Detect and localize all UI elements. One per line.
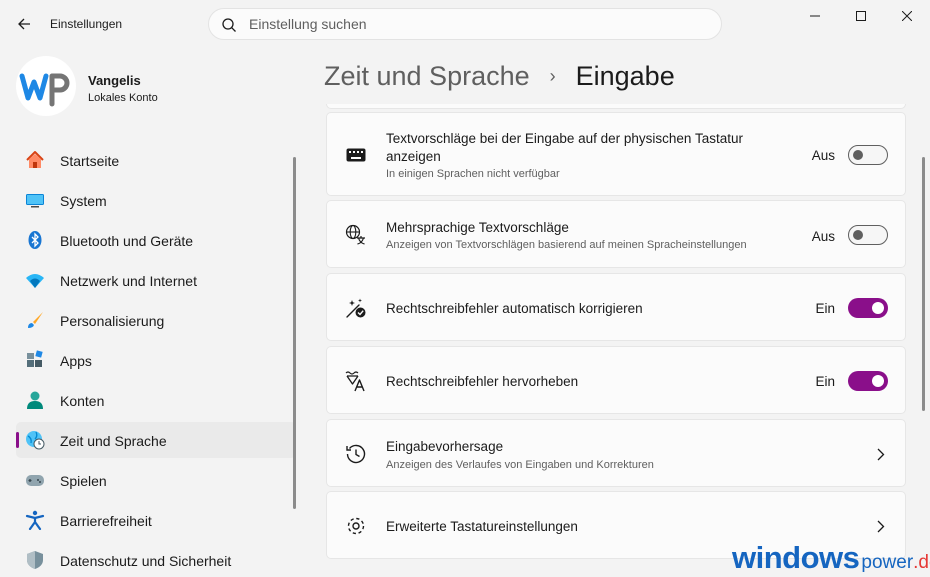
sidebar-item-label: Datenschutz und Sicherheit [60,553,232,569]
user-profile[interactable]: Vangelis Lokales Konto [16,56,286,120]
wifi-icon [25,270,45,290]
accessibility-icon [25,510,45,530]
apps-icon [25,350,45,370]
person-icon [25,390,45,410]
sidebar-item-apps[interactable]: Apps [16,342,296,378]
highlight-text-icon [345,370,367,392]
breadcrumb-parent[interactable]: Zeit und Sprache [324,61,530,92]
sidebar-scrollbar[interactable] [293,157,296,509]
sidebar-nav: Startseite System Bluetooth und Geräte N… [16,142,296,577]
autocorrect-icon [345,297,367,319]
monitor-icon [25,190,45,210]
setting-title-line2: anzeigen [386,149,441,164]
content-scrollbar[interactable] [922,157,925,411]
sidebar-item-personalisierung[interactable]: Personalisierung [16,302,296,338]
search-input[interactable] [249,14,689,34]
toggle-state-label: Aus [811,229,835,244]
setting-title: Textvorschläge bei der Eingabe auf der p… [386,131,743,146]
toggle-state-label: Aus [811,148,835,163]
keyboard-icon [345,144,367,166]
setting-description: In einigen Sprachen nicht verfügbar [386,168,560,180]
sidebar-item-spielen[interactable]: Spielen [16,462,296,498]
toggle-knob [872,375,884,387]
watermark-tld: .de [913,552,930,573]
user-name: Vangelis [88,73,141,88]
sidebar-item-label: Personalisierung [60,313,165,329]
sidebar-item-label: Konten [60,393,105,409]
minimize-icon [810,15,820,17]
sidebar-item-label: Spielen [60,473,107,489]
wp-logo-avatar [19,73,70,107]
chevron-right-icon [875,519,887,533]
maximize-button[interactable] [838,0,884,32]
sidebar-item-label: Startseite [60,153,120,169]
gear-icon [345,515,367,537]
toggle-switch[interactable] [848,371,888,391]
setting-highlight-misspelled[interactable]: Rechtschreibfehler hervorheben Ein [326,346,906,414]
toggle-knob [853,230,863,240]
watermark-sub: power [861,552,914,573]
close-button[interactable] [884,0,930,32]
language-icon [345,224,367,246]
toggle-switch[interactable] [848,145,888,165]
toggle-knob [853,150,863,160]
avatar [16,56,76,116]
setting-autocorrect[interactable]: Rechtschreibfehler automatisch korrigier… [326,273,906,341]
history-icon [345,443,367,465]
toggle-switch[interactable] [848,298,888,318]
close-icon [902,11,912,21]
sidebar-item-system[interactable]: System [16,182,296,218]
account-type: Lokales Konto [88,92,158,104]
back-button[interactable] [10,10,38,38]
home-icon [25,150,45,170]
sidebar-item-label: Bluetooth und Geräte [60,233,194,249]
globe-clock-icon [25,430,45,450]
sidebar-item-label: System [60,193,107,209]
toggle-state-label: Ein [815,301,835,316]
setting-title: Rechtschreibfehler automatisch korrigier… [386,301,643,316]
setting-text-suggestions[interactable]: Textvorschläge bei der Eingabe auf der p… [326,112,906,196]
sidebar-item-netzwerk[interactable]: Netzwerk und Internet [16,262,296,298]
chevron-right-icon [875,447,887,461]
sidebar-item-barrierefreiheit[interactable]: Barrierefreiheit [16,502,296,538]
search-box[interactable] [208,8,722,40]
gamepad-icon [25,470,45,490]
bluetooth-icon [25,230,45,250]
toggle-switch[interactable] [848,225,888,245]
toggle-knob [872,302,884,314]
brush-icon [25,310,45,330]
setting-title: Erweiterte Tastatureinstellungen [386,519,578,534]
sidebar-item-label: Zeit und Sprache [60,433,167,449]
sidebar-item-konten[interactable]: Konten [16,382,296,418]
title-bar: Einstellungen [0,0,930,48]
shield-icon [25,550,45,570]
sidebar-item-label: Netzwerk und Internet [60,273,197,289]
setting-multilingual-suggestions[interactable]: Mehrsprachige Textvorschläge Anzeigen vo… [326,200,906,268]
toggle-state-label: Ein [815,374,835,389]
sidebar-item-label: Apps [60,353,92,369]
setting-description: Anzeigen des Verlaufes von Eingaben und … [386,459,654,471]
sidebar-item-label: Barrierefreiheit [60,513,152,529]
sidebar-item-bluetooth[interactable]: Bluetooth und Geräte [16,222,296,258]
app-title: Einstellungen [50,17,123,31]
back-arrow-icon [18,18,30,30]
sidebar-item-datenschutz[interactable]: Datenschutz und Sicherheit [16,542,296,577]
sidebar-item-startseite[interactable]: Startseite [16,142,296,178]
setting-title: Eingabevorhersage [386,439,504,454]
breadcrumb: Zeit und Sprache › Eingabe [324,56,675,96]
maximize-icon [856,11,866,21]
sidebar-item-zeit-und-sprache[interactable]: Zeit und Sprache [16,422,296,458]
search-icon [222,18,236,32]
setting-title: Mehrsprachige Textvorschläge [386,220,569,235]
setting-typing-insights[interactable]: Eingabevorhersage Anzeigen des Verlaufes… [326,419,906,487]
watermark-main: windows [732,540,860,575]
settings-list: Textvorschläge bei der Eingabe auf der p… [326,104,906,577]
setting-title: Rechtschreibfehler hervorheben [386,374,579,389]
setting-description: Anzeigen von Textvorschlägen basierend a… [386,239,747,251]
previous-card-edge [326,104,906,109]
breadcrumb-separator: › [549,65,556,86]
minimize-button[interactable] [792,0,838,32]
watermark-logo: windows power .de [732,540,930,576]
page-title: Eingabe [575,60,675,91]
